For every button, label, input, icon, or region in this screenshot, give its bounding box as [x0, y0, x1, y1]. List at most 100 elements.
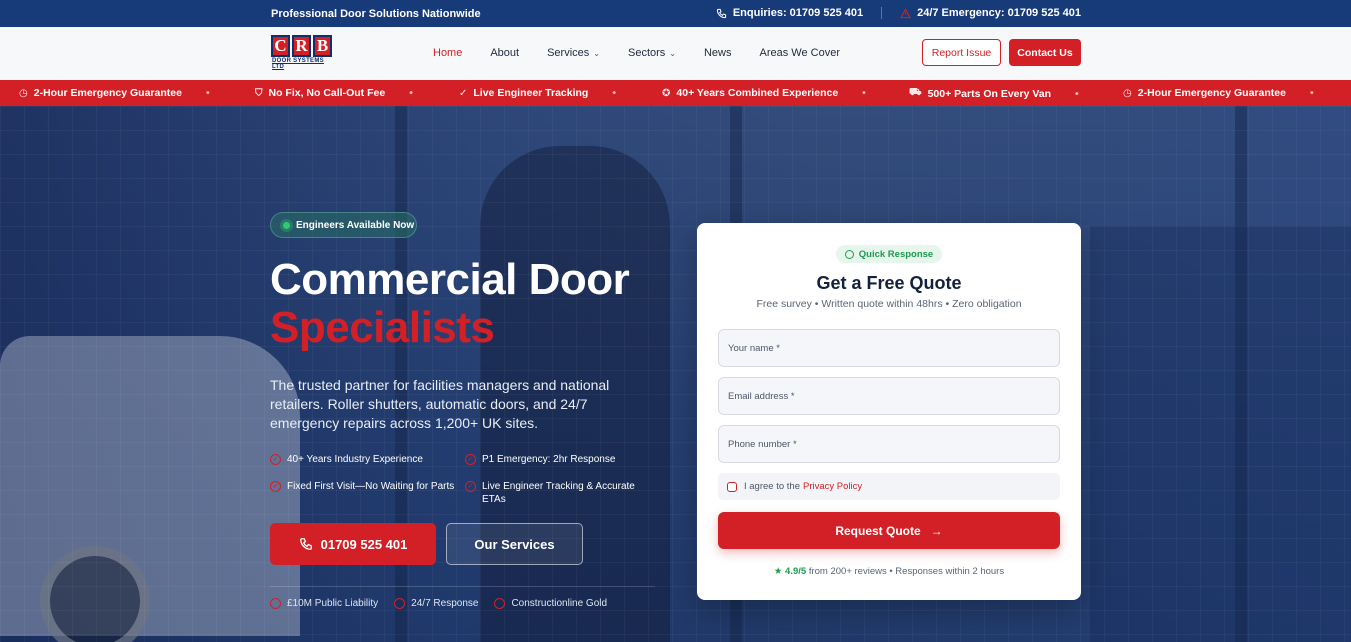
quote-form-card: Quick Response Get a Free Quote Free sur… — [697, 223, 1081, 600]
top-bar: Professional Door Solutions Nationwide E… — [0, 0, 1351, 27]
trust-label: Constructionline Gold — [511, 598, 608, 609]
call-phone-button[interactable]: 01709 525 401 — [270, 523, 436, 565]
phone-icon — [299, 538, 312, 550]
topbar-contact: Enquiries: 01709 525 401 24/7 Emergency:… — [716, 7, 1081, 19]
privacy-policy-link[interactable]: Privacy Policy — [803, 481, 862, 492]
phone-input[interactable]: Phone number * — [718, 425, 1060, 463]
ticker-separator: • — [409, 87, 413, 99]
engineers-available-badge: Engineers Available Now — [270, 212, 417, 238]
emergency-link[interactable]: 24/7 Emergency: 01709 525 401 — [900, 7, 1081, 19]
report-issue-button[interactable]: Report Issue — [922, 39, 1001, 66]
badge-label: Quick Response — [858, 248, 934, 260]
van-icon: ⛟ — [909, 87, 922, 98]
consent-label: I agree to the — [744, 481, 800, 492]
clock-icon — [844, 249, 854, 259]
award-icon: ✪ — [662, 87, 671, 99]
main-nav: C R B DOOR SYSTEMS LTD Home About Servic… — [0, 27, 1351, 80]
feature-label: 40+ Years Industry Experience — [287, 454, 423, 465]
feature-item: ✓ 40+ Years Industry Experience — [270, 453, 465, 466]
logo-letter: C — [271, 35, 290, 57]
trust-item: Constructionline Gold — [494, 598, 607, 609]
arrow-right-icon: → — [930, 523, 943, 538]
check-circle-icon: ✓ — [270, 481, 281, 492]
emergency-text: 24/7 Emergency: 01709 525 401 — [917, 7, 1081, 19]
ticker-separator: • — [205, 87, 210, 99]
ticker-label: Live Engineer Tracking — [473, 87, 589, 99]
phone-cta-label: 01709 525 401 — [320, 536, 408, 552]
feature-item: ✓ P1 Emergency: 2hr Response — [465, 453, 645, 466]
nav-label: Sectors — [627, 47, 666, 59]
ticker-item: ◷ 2-Hour Emergency Guarantee • — [19, 87, 210, 99]
enquiries-link[interactable]: Enquiries: 01709 525 401 — [716, 7, 863, 19]
rating-score: ★ 4.9/5 — [773, 566, 807, 577]
ticker-label: 2-Hour Emergency Guarantee — [1137, 87, 1286, 99]
ticker-item: ✪ 40+ Years Combined Experience • — [662, 87, 866, 99]
ticker-label: 2-Hour Emergency Guarantee — [33, 87, 182, 99]
trust-badges: £10M Public Liability 24/7 Response Cons… — [270, 598, 607, 609]
nav-item-sectors[interactable]: Sectors ⌄ — [628, 47, 676, 59]
warning-icon — [900, 7, 912, 18]
check-circle-icon: ✓ — [270, 454, 281, 465]
topbar-divider — [881, 7, 883, 19]
nav-label: News — [703, 47, 732, 59]
privacy-consent: I agree to the Privacy Policy — [718, 473, 1060, 500]
hero-lead: The trusted partner for facilities manag… — [270, 377, 610, 431]
ticker-item: ⛟ 500+ Parts On Every Van • — [909, 87, 1079, 100]
clock-icon — [394, 598, 406, 609]
logo-subtitle: DOOR SYSTEMS LTD — [272, 58, 324, 70]
nav-item-news[interactable]: News — [704, 47, 732, 59]
trust-item: 24/7 Response — [394, 598, 478, 609]
clock-icon: ◷ — [19, 87, 28, 99]
nav-label: About — [490, 47, 520, 59]
our-services-button[interactable]: Our Services — [446, 523, 583, 565]
ticker-item: ✓ Live Engineer Tracking • — [459, 87, 616, 99]
hero-divider — [270, 586, 655, 587]
hero-grid-overlay — [0, 106, 1351, 642]
nav-menu: Home About Services ⌄ Sectors ⌄ News Areas… — [433, 47, 868, 59]
chevron-down-icon: ⌄ — [669, 48, 676, 58]
feature-label: P1 Emergency: 2hr Response — [482, 454, 616, 465]
logo-letter: B — [313, 35, 332, 57]
trust-item: £10M Public Liability — [270, 598, 378, 609]
ticker-item: ⛉ No Fix, No Call-Out Fee • — [255, 87, 413, 99]
award-icon — [494, 598, 506, 609]
status-dot-icon — [283, 221, 290, 229]
trust-label: £10M Public Liability — [287, 598, 379, 609]
nav-item-services[interactable]: Services ⌄ — [547, 47, 600, 59]
nav-label: Services — [547, 47, 590, 59]
feature-item: ✓ Fixed First Visit—No Waiting for Parts — [270, 480, 465, 506]
ticker-label: No Fix, No Call-Out Fee — [268, 87, 386, 99]
chevron-down-icon: ⌄ — [593, 48, 600, 58]
quote-subtitle: Free survey • Written quote within 48hrs… — [756, 298, 1022, 310]
check-circle-icon: ✓ — [465, 481, 476, 492]
crb-logo[interactable]: C R B DOOR SYSTEMS LTD — [271, 35, 335, 70]
logo-letters: C R B — [271, 35, 335, 57]
ticker-item: ◷ 2-Hour Emergency Guarantee • — [1123, 87, 1314, 99]
email-input[interactable]: Email address * — [718, 377, 1060, 415]
hero-title-line2: Specialists — [270, 303, 495, 352]
topbar-tagline: Professional Door Solutions Nationwide — [271, 8, 481, 20]
nav-item-home[interactable]: Home — [433, 47, 462, 59]
contact-us-button[interactable]: Contact Us — [1009, 39, 1081, 66]
hero-title: Commercial Door Specialists — [270, 255, 630, 352]
badge-label: Engineers Available Now — [296, 219, 415, 231]
nav-item-about[interactable]: About — [490, 47, 519, 59]
request-quote-button[interactable]: Request Quote → — [718, 512, 1060, 549]
submit-label: Request Quote — [835, 523, 921, 538]
hero-title-line1: Commercial Door — [270, 255, 630, 304]
rating-summary: ★ 4.9/5 from 200+ reviews • Responses wi… — [697, 566, 1081, 577]
hero-features: ✓ 40+ Years Industry Experience ✓ P1 Emerg… — [270, 453, 650, 506]
benefits-ticker: ◷ 2-Hour Emergency Guarantee • ⛉ No Fix, No… — [0, 80, 1351, 106]
ticker-label: 500+ Parts On Every Van — [927, 87, 1052, 100]
check-circle-icon: ✓ — [465, 454, 476, 465]
privacy-checkbox[interactable] — [727, 481, 737, 492]
check-circle-icon: ✓ — [459, 87, 468, 99]
quote-title: Get a Free Quote — [816, 273, 962, 293]
ticker-label: 40+ Years Combined Experience — [676, 87, 839, 99]
rating-text: from 200+ reviews • Responses within 2 h… — [808, 566, 1005, 577]
ticker-separator: • — [1075, 87, 1079, 100]
ticker-separator: • — [1309, 87, 1314, 99]
name-input[interactable]: Your name * — [718, 329, 1060, 367]
nav-item-areas[interactable]: Areas We Cover — [760, 47, 841, 59]
nav-label: Areas We Cover — [759, 47, 841, 59]
